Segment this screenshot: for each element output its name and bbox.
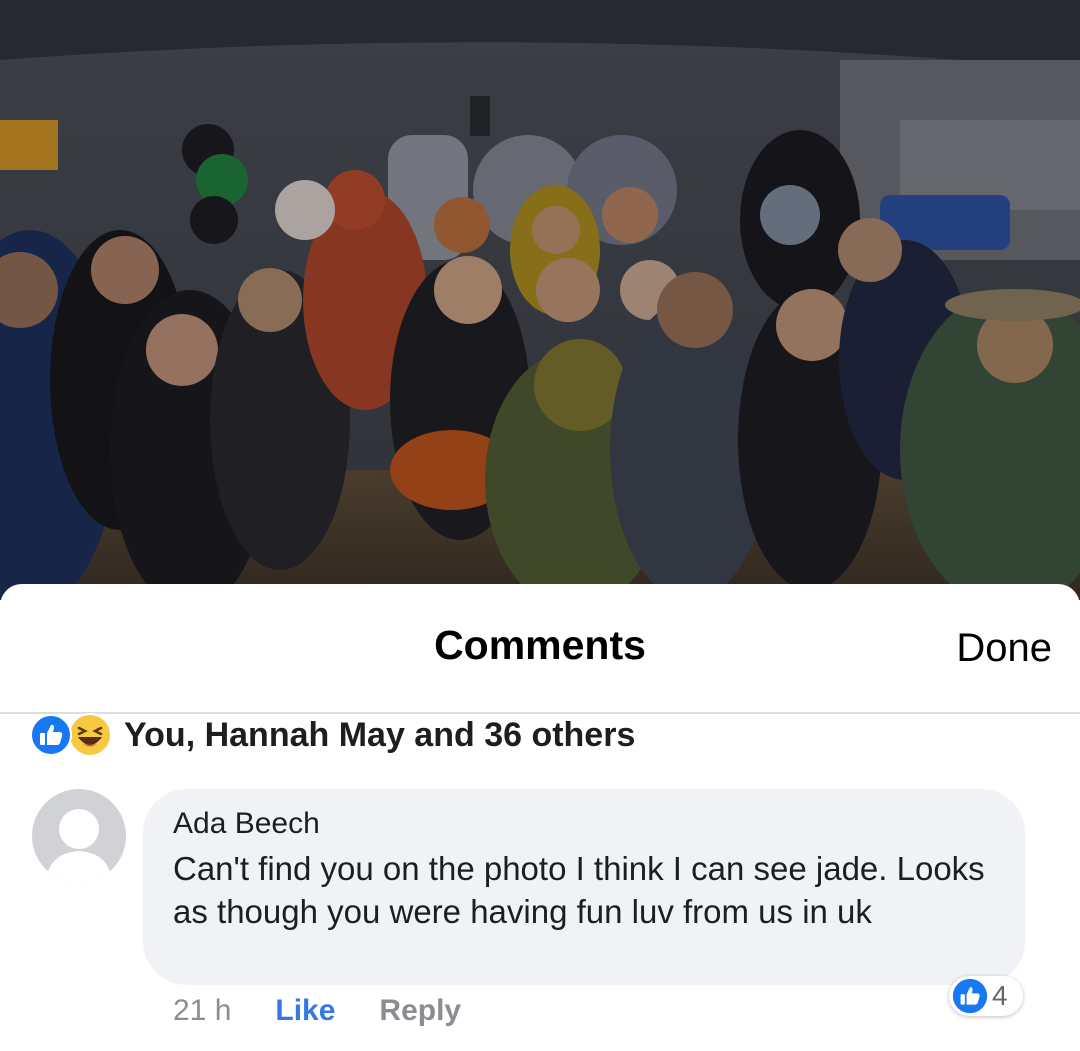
comment-actions: 21 h Like Reply xyxy=(173,994,461,1028)
sheet-header: Comments Done xyxy=(0,584,1080,714)
like-icon xyxy=(952,978,988,1014)
comment-author[interactable]: Ada Beech xyxy=(173,807,320,841)
like-button[interactable]: Like xyxy=(275,994,335,1028)
post-photo[interactable] xyxy=(0,0,1080,600)
comment-timestamp: 21 h xyxy=(173,994,232,1027)
comment-text: Can't find you on the photo I think I ca… xyxy=(173,850,985,930)
reactions-summary-text: You, Hannah May and 36 others xyxy=(124,715,636,754)
like-icon xyxy=(30,714,72,756)
like-count: 4 xyxy=(992,980,1008,1011)
reaction-icons xyxy=(30,712,118,758)
avatar[interactable] xyxy=(32,789,126,883)
reactions-summary[interactable]: You, Hannah May and 36 others xyxy=(30,712,635,758)
comment-bubble[interactable]: Ada Beech Can't find you on the photo I … xyxy=(143,789,1025,985)
comments-sheet: Comments Done You, Hannah May and 36 oth… xyxy=(0,584,1080,1051)
haha-icon xyxy=(68,713,112,757)
sheet-title: Comments xyxy=(434,622,646,668)
comment-like-badge[interactable]: 4 xyxy=(949,976,1023,1016)
done-button[interactable]: Done xyxy=(956,626,1052,671)
reply-button[interactable]: Reply xyxy=(379,994,461,1028)
default-avatar-icon xyxy=(32,789,126,883)
